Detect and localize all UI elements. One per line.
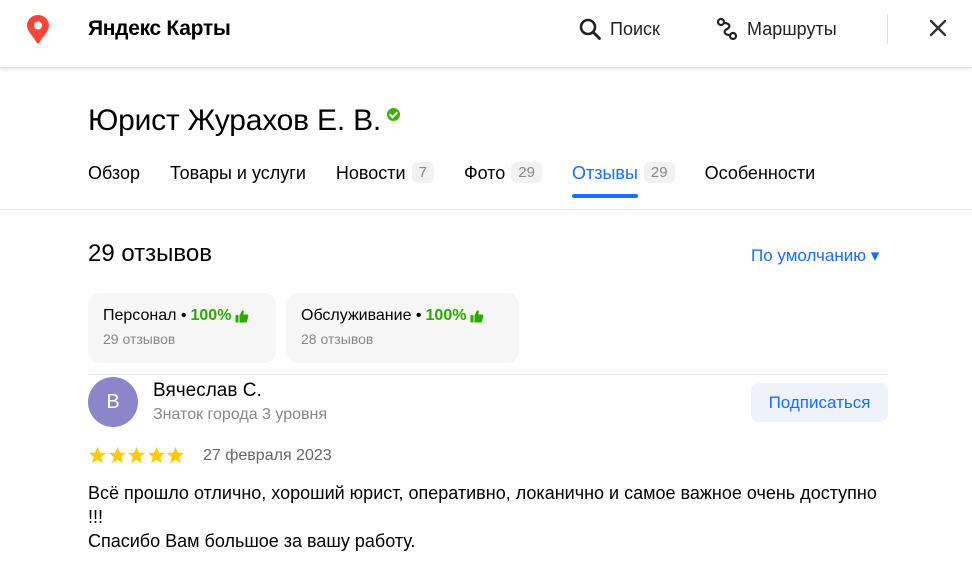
routes-button[interactable]: Маршруты [715,16,837,42]
thumbs-up-icon [235,310,249,323]
review-author-name[interactable]: Вячеслав С. [153,380,262,402]
review-date: 27 февраля 2023 [203,447,332,464]
top-bar: Яндекс Карты Поиск Маршруты [0,0,972,68]
tab-count-badge: 29 [511,162,542,183]
star-icon [88,446,107,464]
route-icon [716,17,738,41]
review-rating [88,446,186,465]
header-divider [887,14,888,44]
avatar[interactable]: В [88,377,138,427]
review-text-line: Всё прошло отлично, хороший юрист, опера… [88,483,877,527]
aspect-name: Обслуживание [301,307,412,324]
sort-dropdown[interactable]: По умолчанию ▾ [751,246,879,266]
app-brand[interactable]: Яндекс Карты [88,17,231,41]
aspect-percent: 100% [425,307,467,324]
routes-label: Маршруты [747,18,837,39]
tab-goods-services[interactable]: Товары и услуги [170,160,306,198]
subscribe-button[interactable]: Подписаться [751,383,888,422]
tab-photos[interactable]: Фото 29 [464,160,542,198]
review-text: Всё прошло отлично, хороший юрист, опера… [88,481,888,553]
bullet-separator: • [411,307,422,324]
aspect-percent: 100% [190,307,232,324]
aspect-count: 29 отзывов [103,331,176,347]
tab-count-badge: 29 [643,162,675,183]
review-author-level: Знаток города 3 уровня [153,406,328,423]
star-icon [147,446,165,464]
org-title-row: Юрист Журахов Е. В. [88,104,401,138]
tab-reviews[interactable]: Отзывы 29 [571,160,675,198]
tab-news[interactable]: Новости 7 [336,160,434,198]
aspect-count: 28 отзывов [301,331,374,347]
thumbs-up-icon [470,310,484,323]
tab-overview[interactable]: Обзор [88,160,140,198]
aspect-name: Персонал [103,307,177,324]
tab-label: Обзор [88,163,140,183]
tab-features[interactable]: Особенности [705,160,816,198]
aspect-chip-title: Персонал • 100% [103,307,261,325]
search-button[interactable]: Поиск [578,16,660,42]
tab-label: Фото [463,163,506,183]
close-icon[interactable] [926,16,950,40]
aspect-chip-staff[interactable]: Персонал • 100% 29 отзывов [88,293,276,363]
reviews-count-heading: 29 отзывов [88,240,213,267]
tabs-divider [0,209,972,210]
aspect-chip-service[interactable]: Обслуживание • 100% 28 отзывов [286,293,519,363]
review-divider [88,374,888,375]
map-pin-logo-icon[interactable] [26,14,50,44]
tab-count-badge: 7 [411,162,434,183]
bullet-separator: • [176,307,187,324]
star-icon [108,446,126,464]
star-icon [127,446,146,464]
tab-label: Особенности [704,163,816,183]
aspect-chip-title: Обслуживание • 100% [301,307,504,325]
star-icon [166,446,185,464]
review-text-line: Спасибо Вам большое за вашу работу. [88,531,416,551]
verified-badge-icon [387,108,401,121]
org-tabs: Обзор Товары и услуги Новости 7 Фото 29 … [88,160,845,200]
tab-label: Новости [335,163,406,183]
search-icon [579,18,601,40]
page-title: Юрист Журахов Е. В. [88,104,382,137]
tab-label: Товары и услуги [170,163,306,183]
search-label: Поиск [610,18,660,39]
tab-label: Отзывы [571,163,638,183]
